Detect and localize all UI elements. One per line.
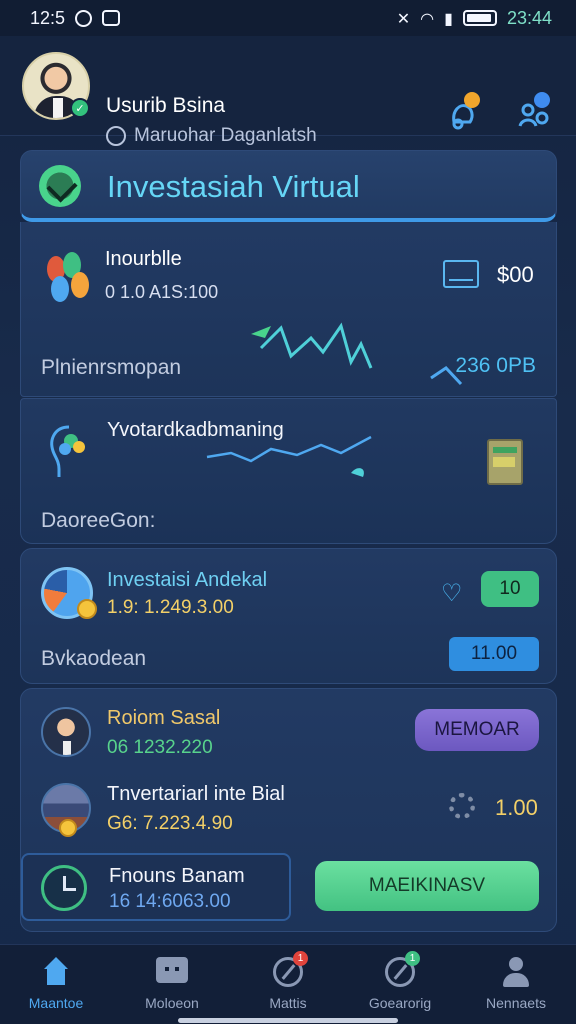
signal-icon: ▮ bbox=[444, 8, 453, 28]
investment-title: Investaisi Andekal bbox=[107, 569, 268, 591]
trend-card[interactable]: Yvotardkadbmaning DaoreeGon: bbox=[20, 398, 557, 544]
growth-head-icon bbox=[50, 425, 85, 477]
person1-value: 06 1232.220 bbox=[107, 737, 213, 758]
investment-footer-label: Bvkaodean bbox=[41, 647, 147, 670]
status-time-left: 12:5 bbox=[30, 7, 66, 28]
asset-title: Inourblle bbox=[105, 248, 182, 270]
tab-profile-label: Nennaets bbox=[486, 995, 546, 1011]
report-icon[interactable] bbox=[487, 439, 523, 485]
tab-messages[interactable]: Moloeon bbox=[122, 957, 222, 1017]
fund-value: 16 14:6063.00 bbox=[109, 891, 231, 912]
fund-title: Fnouns Banam bbox=[109, 865, 245, 887]
person1-name: Roiom Sasal bbox=[107, 707, 221, 729]
tab-markets-label: Mattis bbox=[269, 995, 307, 1011]
support-icon[interactable] bbox=[446, 92, 482, 132]
tab-explore-label: Goearorig bbox=[368, 995, 432, 1011]
portfolio-card[interactable]: Inourblle 0 1.0 A1S:100 $00 Plnienrsmopa… bbox=[20, 222, 557, 397]
memoar-button[interactable]: MEMOAR bbox=[415, 709, 539, 751]
investment-badge[interactable]: 10 bbox=[481, 571, 539, 607]
verified-icon: ✓ bbox=[70, 98, 90, 118]
tab-profile[interactable]: Nennaets bbox=[466, 957, 566, 1017]
message-icon bbox=[156, 957, 188, 987]
investment-value: 1.9: 1.249.3.00 bbox=[107, 597, 234, 618]
team-icon[interactable] bbox=[516, 92, 552, 132]
asset-leaf-icon bbox=[71, 272, 89, 298]
person-icon bbox=[500, 957, 532, 987]
clock-icon bbox=[41, 865, 87, 911]
page-title: Investasiah Virtual bbox=[107, 169, 360, 204]
favorite-icon[interactable]: ♡ bbox=[441, 579, 463, 607]
coin-icon bbox=[59, 819, 77, 837]
person2-name: Tnvertariarl inte Bial bbox=[107, 783, 285, 805]
status-right: ✕ ◠ ▮ 23:44 bbox=[397, 8, 552, 29]
status-time-right: 23:44 bbox=[506, 7, 552, 28]
investment-amount-button[interactable]: 11.00 bbox=[449, 637, 539, 671]
wallet-icon[interactable] bbox=[443, 260, 479, 288]
person-avatar[interactable] bbox=[41, 707, 91, 757]
primary-action-button[interactable]: MAEIKINASV bbox=[315, 861, 539, 911]
bottom-tab-bar: Maantoe Moloeon 1 Mattis 1 Goearorig Nen… bbox=[0, 944, 576, 1024]
asset-value: 0 1.0 A1S:100 bbox=[105, 282, 219, 302]
tab-explore[interactable]: 1 Goearorig bbox=[350, 951, 450, 1017]
coin-icon bbox=[77, 599, 97, 619]
home-indicator[interactable] bbox=[178, 1018, 398, 1023]
status-left: 12:5 bbox=[30, 7, 121, 29]
person-shirt bbox=[63, 741, 71, 755]
user-name: Usurib Bsina bbox=[106, 94, 226, 117]
investment-card[interactable]: Investaisi Andekal 1.9: 1.249.3.00 ♡ 10 … bbox=[20, 548, 557, 684]
balance-amount: $00 bbox=[497, 262, 534, 287]
asset-icon bbox=[41, 246, 97, 306]
avatar-shirt bbox=[53, 98, 63, 118]
home-icon bbox=[40, 957, 72, 987]
mute-icon: ✕ bbox=[396, 8, 411, 28]
person2-amount: 1.00 bbox=[495, 795, 538, 820]
fund-box[interactable]: Fnouns Banam 16 14:6063.00 bbox=[21, 853, 291, 921]
notification-icon bbox=[102, 10, 121, 26]
trend-footer-label: DaoreeGon: bbox=[41, 509, 156, 532]
title-card: Investasiah Virtual bbox=[20, 150, 557, 222]
compass-icon: 1 bbox=[272, 951, 308, 987]
portfolio-footer-label: Plnienrsmopan bbox=[41, 356, 182, 379]
tab-home[interactable]: Maantoe bbox=[6, 957, 106, 1017]
markets-badge: 1 bbox=[293, 951, 308, 966]
tab-messages-label: Moloeon bbox=[145, 995, 199, 1011]
app-logo-icon bbox=[39, 165, 81, 207]
user-subtitle-text: Maruohar Daganlatsh bbox=[134, 125, 317, 146]
tab-markets[interactable]: 1 Mattis bbox=[238, 951, 338, 1017]
person2-value: G6: 7.223.4.90 bbox=[107, 813, 233, 834]
wifi-icon: ◠ bbox=[420, 8, 435, 28]
trend-line-chart bbox=[206, 435, 372, 477]
status-bar: 12:5 ✕ ◠ ▮ 23:44 bbox=[0, 0, 576, 36]
gear-icon[interactable] bbox=[449, 793, 475, 819]
compass-icon: 1 bbox=[384, 951, 420, 987]
team-badge-icon bbox=[534, 92, 550, 108]
tab-home-label: Maantoe bbox=[28, 995, 84, 1011]
explore-badge: 1 bbox=[405, 951, 420, 966]
location-icon bbox=[106, 126, 126, 146]
whatsapp-icon bbox=[75, 9, 93, 27]
support-badge-icon bbox=[464, 92, 480, 108]
battery-icon bbox=[462, 10, 497, 26]
portfolio-footer-value: 236 0PB bbox=[455, 354, 536, 377]
asset-leaf-icon bbox=[51, 276, 69, 302]
user-subtitle: Maruohar Daganlatsh bbox=[106, 125, 317, 147]
people-card: Roiom Sasal 06 1232.220 MEMOAR Tnvertari… bbox=[20, 688, 557, 932]
profile-header: Usurib Bsina Maruohar Daganlatsh bbox=[0, 36, 576, 146]
